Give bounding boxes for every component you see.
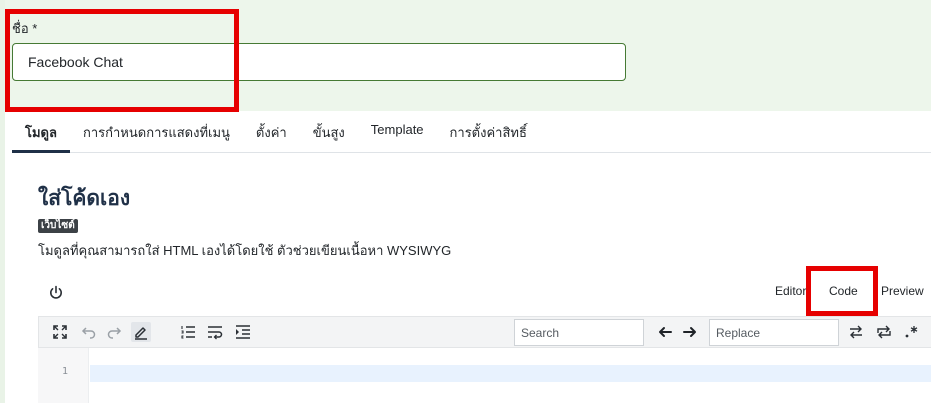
module-edit-page: ชื่อ * โมดูล การกำหนดการแสดงที่เมนู ตั้ง…	[0, 0, 931, 403]
replace-icon[interactable]	[848, 324, 864, 340]
replace-all-icon[interactable]	[876, 324, 892, 340]
search-input[interactable]	[514, 319, 644, 346]
line-number: 1	[61, 366, 68, 377]
undo-icon[interactable]	[81, 324, 97, 340]
tab-advanced[interactable]: ขั้นสูง	[300, 111, 358, 153]
tab-settings[interactable]: ตั้งค่า	[243, 111, 300, 153]
mode-tab-editor[interactable]: Editor	[775, 284, 806, 298]
highlight-pen-icon[interactable]	[131, 322, 151, 342]
module-type-title: ใส่โค้ดเอง	[38, 187, 131, 210]
find-previous-icon[interactable]	[657, 324, 673, 340]
find-next-icon[interactable]	[682, 324, 698, 340]
indent-icon[interactable]	[235, 324, 251, 340]
fullscreen-icon[interactable]	[52, 324, 68, 340]
line-number-gutter: 1	[38, 348, 89, 403]
tab-menu-assignment[interactable]: การกำหนดการแสดงที่เมนู	[70, 111, 243, 153]
code-editor-toolbar	[38, 316, 931, 348]
tab-permissions[interactable]: การตั้งค่าสิทธิ์	[437, 111, 540, 153]
module-tabs: โมดูล การกำหนดการแสดงที่เมนู ตั้งค่า ขั้…	[12, 111, 931, 153]
site-badge: เว็บไซต์	[38, 219, 78, 233]
regex-icon[interactable]	[903, 324, 919, 340]
title-input[interactable]	[12, 43, 626, 81]
mode-tab-code[interactable]: Code	[829, 284, 858, 298]
wrap-lines-icon[interactable]	[207, 324, 223, 340]
module-description: โมดูลที่คุณสามารถใส่ HTML เองได้โดยใช้ ต…	[38, 243, 452, 258]
replace-input[interactable]	[709, 319, 839, 346]
power-icon[interactable]	[48, 285, 64, 301]
tab-module[interactable]: โมดูล	[12, 111, 70, 153]
tab-template[interactable]: Template	[358, 111, 437, 153]
active-code-line[interactable]	[90, 365, 931, 382]
redo-icon[interactable]	[106, 324, 122, 340]
mode-tab-preview[interactable]: Preview	[881, 284, 924, 298]
code-editor[interactable]: 1	[38, 348, 931, 403]
title-field-label: ชื่อ *	[12, 21, 38, 36]
ordered-list-icon[interactable]	[180, 324, 196, 340]
